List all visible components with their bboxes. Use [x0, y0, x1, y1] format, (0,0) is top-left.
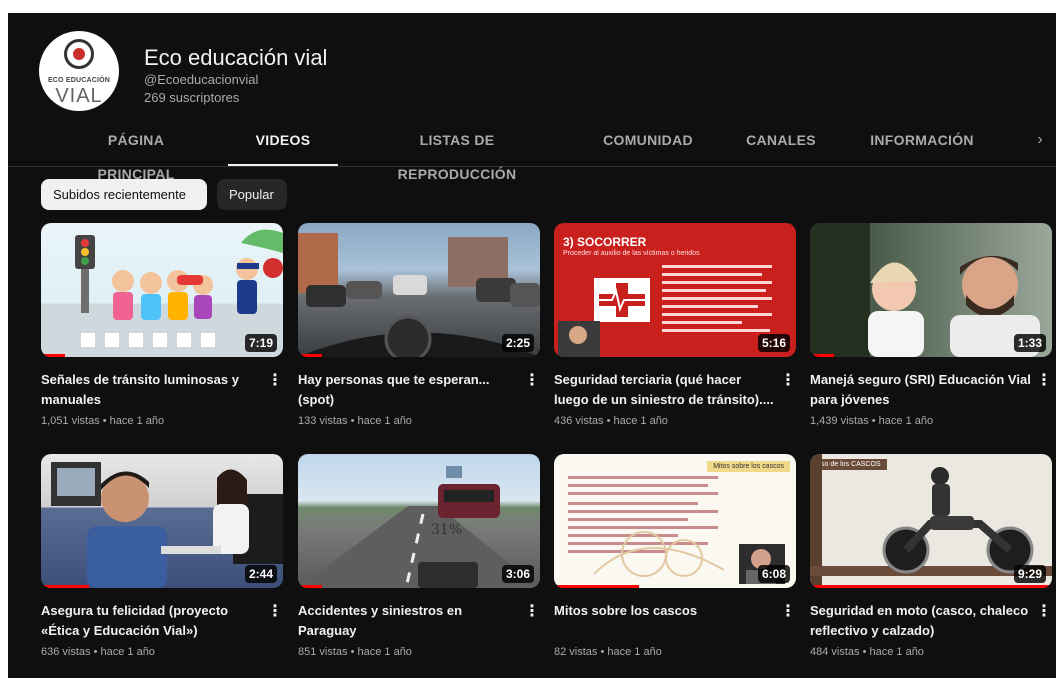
video-thumbnail[interactable]: 7:19 — [41, 223, 283, 357]
video-meta: 436 vistas • hace 1 año — [554, 415, 668, 427]
channel-avatar[interactable]: ECO EDUCACIÓN VIAL — [39, 31, 119, 111]
subscriber-count: 269 suscriptores — [144, 90, 240, 105]
video-thumbnail[interactable]: 2:44 — [41, 454, 283, 588]
watch-progress-bar — [41, 354, 66, 357]
watch-progress-bar — [810, 585, 1052, 588]
video-duration: 2:44 — [244, 565, 277, 583]
more-options-icon[interactable]: ⋮ — [1036, 602, 1052, 622]
video-duration: 7:19 — [244, 334, 277, 352]
video-thumbnail[interactable]: Uso de los CASCOS 9:29 — [810, 454, 1052, 588]
video-thumbnail[interactable]: 3) SOCORRER Proceder al auxilio de las v… — [554, 223, 796, 357]
video-meta: 1,051 vistas • hace 1 año — [41, 415, 165, 427]
more-options-icon[interactable]: ⋮ — [780, 602, 796, 622]
chevron-right-icon[interactable]: › — [1030, 123, 1050, 166]
tab-playlists[interactable]: LISTAS DE REPRODUCCIÓN — [364, 123, 550, 182]
video-meta: 1,439 vistas • hace 1 año — [810, 415, 934, 427]
tab-about[interactable]: INFORMACIÓN — [866, 123, 978, 166]
logo-text-top: ECO EDUCACIÓN — [47, 77, 111, 84]
video-thumbnail[interactable]: 31% 3:06 — [298, 454, 540, 588]
watch-progress-bar — [554, 585, 639, 588]
more-options-icon[interactable]: ⋮ — [524, 371, 540, 391]
video-duration: 5:16 — [757, 334, 790, 352]
video-duration: 3:06 — [501, 565, 534, 583]
channel-handle: @Ecoeducacionvial — [144, 72, 259, 87]
video-duration: 2:25 — [501, 334, 534, 352]
video-card[interactable]: 2:25 Hay personas que te esperan... (spo… — [298, 223, 540, 445]
video-thumbnail[interactable]: 2:25 — [298, 223, 540, 357]
video-duration: 6:08 — [757, 565, 790, 583]
video-meta: 484 vistas • hace 1 año — [810, 646, 924, 658]
video-card[interactable]: 3) SOCORRER Proceder al auxilio de las v… — [554, 223, 796, 445]
watch-progress-bar — [298, 585, 323, 588]
video-title[interactable]: Señales de tránsito luminosas y manuales — [41, 370, 263, 410]
video-title[interactable]: Mitos sobre los cascos — [554, 601, 776, 621]
channel-page: ECO EDUCACIÓN VIAL Eco educación vial @E… — [8, 13, 1056, 678]
video-thumbnail[interactable]: Mitos sobre los cascos 6:08 — [554, 454, 796, 588]
video-card[interactable]: 31% 3:06 Accidentes y siniestros en Para… — [298, 454, 540, 676]
tab-channels[interactable]: CANALES — [743, 123, 819, 166]
video-card[interactable]: 1:33 Manejá seguro (SRI) Educación Vial … — [810, 223, 1052, 445]
video-duration: 9:29 — [1013, 565, 1046, 583]
logo-mark-icon — [64, 39, 94, 69]
logo-text-main: VIAL — [55, 85, 103, 107]
video-duration: 1:33 — [1013, 334, 1046, 352]
video-title[interactable]: Hay personas que te esperan... (spot) — [298, 370, 520, 410]
video-title[interactable]: Asegura tu felicidad (proyecto «Ética y … — [41, 601, 263, 641]
tab-videos[interactable]: VIDEOS — [228, 123, 338, 166]
more-options-icon[interactable]: ⋮ — [267, 602, 283, 622]
video-title[interactable]: Manejá seguro (SRI) Educación Vial para … — [810, 370, 1032, 410]
more-options-icon[interactable]: ⋮ — [780, 371, 796, 391]
more-options-icon[interactable]: ⋮ — [267, 371, 283, 391]
video-card[interactable]: Uso de los CASCOS 9:29 Seguridad en moto… — [810, 454, 1052, 676]
video-title[interactable]: Seguridad terciaria (qué hacer luego de … — [554, 370, 776, 410]
video-meta: 133 vistas • hace 1 año — [298, 415, 412, 427]
watch-progress-bar — [41, 585, 90, 588]
channel-header: ECO EDUCACIÓN VIAL Eco educación vial @E… — [8, 13, 1056, 123]
video-meta: 82 vistas • hace 1 año — [554, 646, 662, 658]
chip-popular[interactable]: Popular — [217, 179, 287, 210]
video-card[interactable]: Mitos sobre los cascos 6:08 Mitos sobre … — [554, 454, 796, 676]
more-options-icon[interactable]: ⋮ — [524, 602, 540, 622]
tab-community[interactable]: COMUNIDAD — [598, 123, 698, 166]
chip-recently-uploaded[interactable]: Subidos recientemente — [41, 179, 207, 210]
video-card[interactable]: 2:44 Asegura tu felicidad (proyecto «Éti… — [41, 454, 283, 676]
video-thumbnail[interactable]: 1:33 — [810, 223, 1052, 357]
thumbnail-overlay-text: 31% — [431, 522, 463, 538]
video-meta: 851 vistas • hace 1 año — [298, 646, 412, 658]
tab-home[interactable]: PÁGINA PRINCIPAL — [71, 123, 201, 182]
more-options-icon[interactable]: ⋮ — [1036, 371, 1052, 391]
video-title[interactable]: Seguridad en moto (casco, chaleco reflec… — [810, 601, 1032, 641]
watch-progress-bar — [298, 354, 323, 357]
video-card[interactable]: 7:19 Señales de tránsito luminosas y man… — [41, 223, 283, 445]
channel-tabs: PÁGINA PRINCIPAL VIDEOS LISTAS DE REPROD… — [8, 123, 1056, 182]
watch-progress-bar — [810, 354, 835, 357]
channel-title: Eco educación vial — [144, 45, 328, 70]
video-meta: 636 vistas • hace 1 año — [41, 646, 155, 658]
video-title[interactable]: Accidentes y siniestros en Paraguay — [298, 601, 520, 641]
